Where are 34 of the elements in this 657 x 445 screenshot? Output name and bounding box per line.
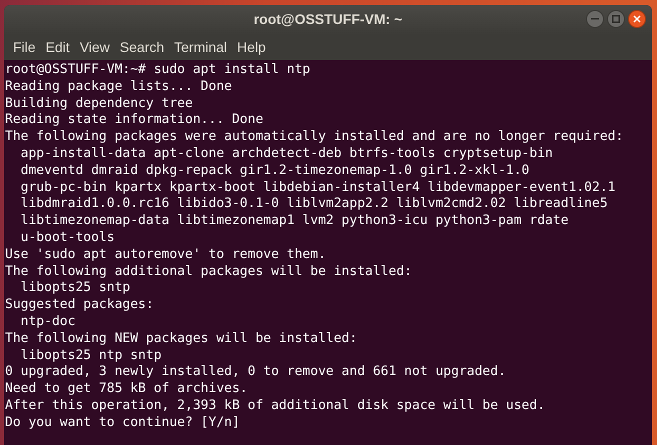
terminal-line: ntp-doc bbox=[20, 314, 76, 331]
terminal-line: u-boot-tools bbox=[20, 230, 115, 247]
maximize-icon bbox=[612, 15, 620, 23]
terminal-line: libopts25 sntp bbox=[20, 280, 130, 298]
minimize-button[interactable] bbox=[586, 10, 604, 28]
menu-item[interactable]: File bbox=[8, 36, 41, 58]
terminal-line: root@OSSTUFF-VM:~# sudo apt install ntp bbox=[5, 62, 310, 79]
menu-item[interactable]: Search bbox=[114, 36, 170, 58]
minimize-icon bbox=[591, 18, 599, 20]
terminal-line: Use 'sudo apt autoremove' to remove them. bbox=[5, 246, 326, 264]
terminal-line: Need to get 785 kB of archives. bbox=[5, 381, 248, 398]
terminal-line: Reading state information... Done bbox=[5, 112, 264, 130]
terminal-line: dmeventd dmraid dpkg-repack gir1.2-timezonemap-1.0 gir1.2-xkl-1.0 bbox=[20, 162, 530, 180]
close-button[interactable] bbox=[628, 10, 646, 28]
menu-item[interactable]: View bbox=[74, 36, 115, 58]
terminal-line: libtimezonemap-data libtimezonemap1 lvm2 python3-icu python3-pam rdate bbox=[20, 213, 569, 230]
terminal-line: The following NEW packages will be installed: bbox=[5, 330, 358, 348]
terminal-line: Suggested packages: bbox=[5, 297, 154, 314]
terminal-line: libopts25 ntp sntp bbox=[20, 348, 162, 364]
menu-item[interactable]: Help bbox=[232, 36, 271, 58]
terminal-line: 0 upgraded, 3 newly installed, 0 to remove and 661 not upgraded. bbox=[5, 364, 506, 382]
terminal-line: app-install-data apt-clone archdetect-deb btrfs-tools cryptsetup-bin bbox=[20, 146, 553, 163]
close-icon bbox=[633, 15, 641, 23]
menu-item[interactable]: Terminal bbox=[169, 36, 232, 58]
terminal-line: The following packages were automatically installed and are no longer required: bbox=[5, 129, 624, 146]
terminal-line: Reading package lists... Done bbox=[5, 78, 232, 96]
terminal-line: grub-pc-bin kpartx kpartx-boot libdebian-installer4 libdevmapper-event1.02.1 bbox=[20, 180, 616, 196]
terminal-line: Building dependency tree bbox=[5, 96, 193, 112]
terminal-line: Do you want to continue? [Y/n] bbox=[5, 414, 240, 432]
menu-item[interactable]: Edit bbox=[40, 36, 75, 58]
terminal-line: libdmraid1.0.0.rc16 libido3-0.1-0 liblvm2app2.2 liblvm2cmd2.02 libreadline5 bbox=[20, 196, 608, 214]
terminal-line: After this operation, 2,393 kB of additional disk space will be used. bbox=[5, 398, 546, 415]
terminal-line: The following additional packages will be installed: bbox=[5, 264, 412, 280]
window-title: root@OSSTUFF-VM: ~ bbox=[254, 10, 402, 29]
